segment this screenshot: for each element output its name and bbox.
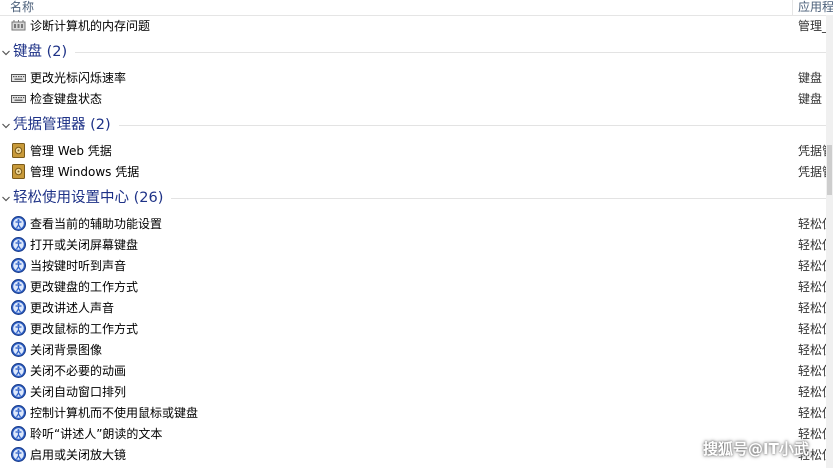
list-item-label: 启用或关闭放大镜	[30, 448, 127, 462]
list-item-app: 轻松使	[798, 385, 826, 399]
list-item-app: 轻松使	[798, 259, 826, 273]
ease-of-access-icon	[11, 216, 26, 231]
list-item[interactable]: 更改键盘的工作方式 轻松使	[0, 276, 826, 297]
ease-of-access-icon	[11, 279, 26, 294]
list-item-app: 凭据管	[798, 165, 826, 179]
list-item-app: 轻松使	[798, 280, 826, 294]
group-title: 键盘 (2)	[13, 44, 68, 60]
group-header[interactable]: 轻松使用设置中心 (26)	[0, 182, 826, 213]
list-item-app: 管理_	[798, 19, 826, 33]
list-item[interactable]: 管理 Windows 凭据 凭据管	[0, 161, 826, 182]
chevron-down-icon[interactable]	[1, 193, 11, 203]
list-item-label: 管理 Web 凭据	[30, 144, 112, 158]
group-divider	[119, 125, 826, 126]
list-item-app: 键盘	[798, 92, 823, 106]
column-header: 名称 应用程	[0, 0, 833, 16]
list-item-label: 当按键时听到声音	[30, 259, 127, 273]
chevron-down-icon[interactable]	[1, 120, 11, 130]
list-item-app: 凭据管	[798, 144, 826, 158]
ease-of-access-icon	[11, 426, 26, 441]
list-item-label: 检查键盘状态	[30, 92, 103, 106]
list-item-label: 聆听“讲述人”朗读的文本	[30, 427, 163, 441]
ease-of-access-icon	[11, 384, 26, 399]
group-title: 凭据管理器 (2)	[13, 117, 111, 133]
ease-of-access-icon	[11, 447, 26, 462]
keyboard-icon	[11, 91, 26, 106]
group-header[interactable]: 凭据管理器 (2)	[0, 109, 826, 140]
credential-vault-icon	[11, 164, 26, 179]
list-item-app: 轻松使	[798, 406, 826, 420]
list-item-label: 控制计算机而不使用鼠标或键盘	[30, 406, 199, 420]
group-title: 轻松使用设置中心 (26)	[13, 190, 164, 206]
list-item-label: 管理 Windows 凭据	[30, 165, 140, 179]
credential-vault-icon	[11, 143, 26, 158]
list-item[interactable]: 更改鼠标的工作方式 轻松使	[0, 318, 826, 339]
list-item[interactable]: 查看当前的辅助功能设置 轻松使	[0, 213, 826, 234]
list-item-label: 诊断计算机的内存问题	[30, 19, 151, 33]
group-header[interactable]: 键盘 (2)	[0, 36, 826, 67]
list-item-label: 更改讲述人声音	[30, 301, 115, 315]
ease-of-access-icon	[11, 342, 26, 357]
column-header-app[interactable]: 应用程	[798, 0, 833, 15]
ease-of-access-icon	[11, 405, 26, 420]
list-item-label: 关闭背景图像	[30, 343, 103, 357]
ease-of-access-icon	[11, 363, 26, 378]
list-item[interactable]: 关闭不必要的动画 轻松使	[0, 360, 826, 381]
list-item-app: 轻松使	[798, 364, 826, 378]
list-item[interactable]: 当按键时听到声音 轻松使	[0, 255, 826, 276]
ease-of-access-icon	[11, 321, 26, 336]
column-header-name[interactable]: 名称	[10, 0, 34, 15]
list-item[interactable]: 诊断计算机的内存问题 管理_	[0, 15, 826, 36]
list-item[interactable]: 更改光标闪烁速率 键盘	[0, 67, 826, 88]
list-item-label: 查看当前的辅助功能设置	[30, 217, 163, 231]
list-item-label: 打开或关闭屏幕键盘	[30, 238, 139, 252]
group-divider	[171, 198, 826, 199]
control-panel-item-list: 诊断计算机的内存问题 管理_ 键盘 (2) 更改光标闪烁速率 键盘 检查键盘状态 键盘凭…	[0, 15, 826, 465]
list-item[interactable]: 打开或关闭屏幕键盘 轻松使	[0, 234, 826, 255]
list-item-label: 更改鼠标的工作方式	[30, 322, 139, 336]
list-item-app: 轻松使	[798, 322, 826, 336]
scrollbar-thumb[interactable]	[827, 145, 832, 195]
list-item-app: 轻松使	[798, 238, 826, 252]
vertical-scrollbar[interactable]	[826, 15, 833, 468]
list-item[interactable]: 更改讲述人声音 轻松使	[0, 297, 826, 318]
list-item-label: 更改键盘的工作方式	[30, 280, 139, 294]
list-item[interactable]: 关闭自动窗口排列 轻松使	[0, 381, 826, 402]
keyboard-icon	[11, 70, 26, 85]
ease-of-access-icon	[11, 258, 26, 273]
column-divider[interactable]	[792, 0, 793, 15]
group-divider	[75, 52, 826, 53]
list-item-app: 轻松使	[798, 343, 826, 357]
list-item-label: 关闭自动窗口排列	[30, 385, 127, 399]
list-item[interactable]: 关闭背景图像 轻松使	[0, 339, 826, 360]
list-item[interactable]: 管理 Web 凭据 凭据管	[0, 140, 826, 161]
list-item[interactable]: 控制计算机而不使用鼠标或键盘 轻松使	[0, 402, 826, 423]
list-item-app: 键盘	[798, 71, 823, 85]
list-item[interactable]: 检查键盘状态 键盘	[0, 88, 826, 109]
memory-chip-icon	[11, 18, 26, 33]
list-item-label: 更改光标闪烁速率	[30, 71, 127, 85]
ease-of-access-icon	[11, 237, 26, 252]
chevron-down-icon[interactable]	[1, 47, 11, 57]
list-item-app: 轻松使	[798, 217, 826, 231]
watermark: 搜狐号@IT小武	[703, 440, 809, 458]
ease-of-access-icon	[11, 300, 26, 315]
list-item-app: 轻松使	[798, 301, 826, 315]
list-item-label: 关闭不必要的动画	[30, 364, 127, 378]
